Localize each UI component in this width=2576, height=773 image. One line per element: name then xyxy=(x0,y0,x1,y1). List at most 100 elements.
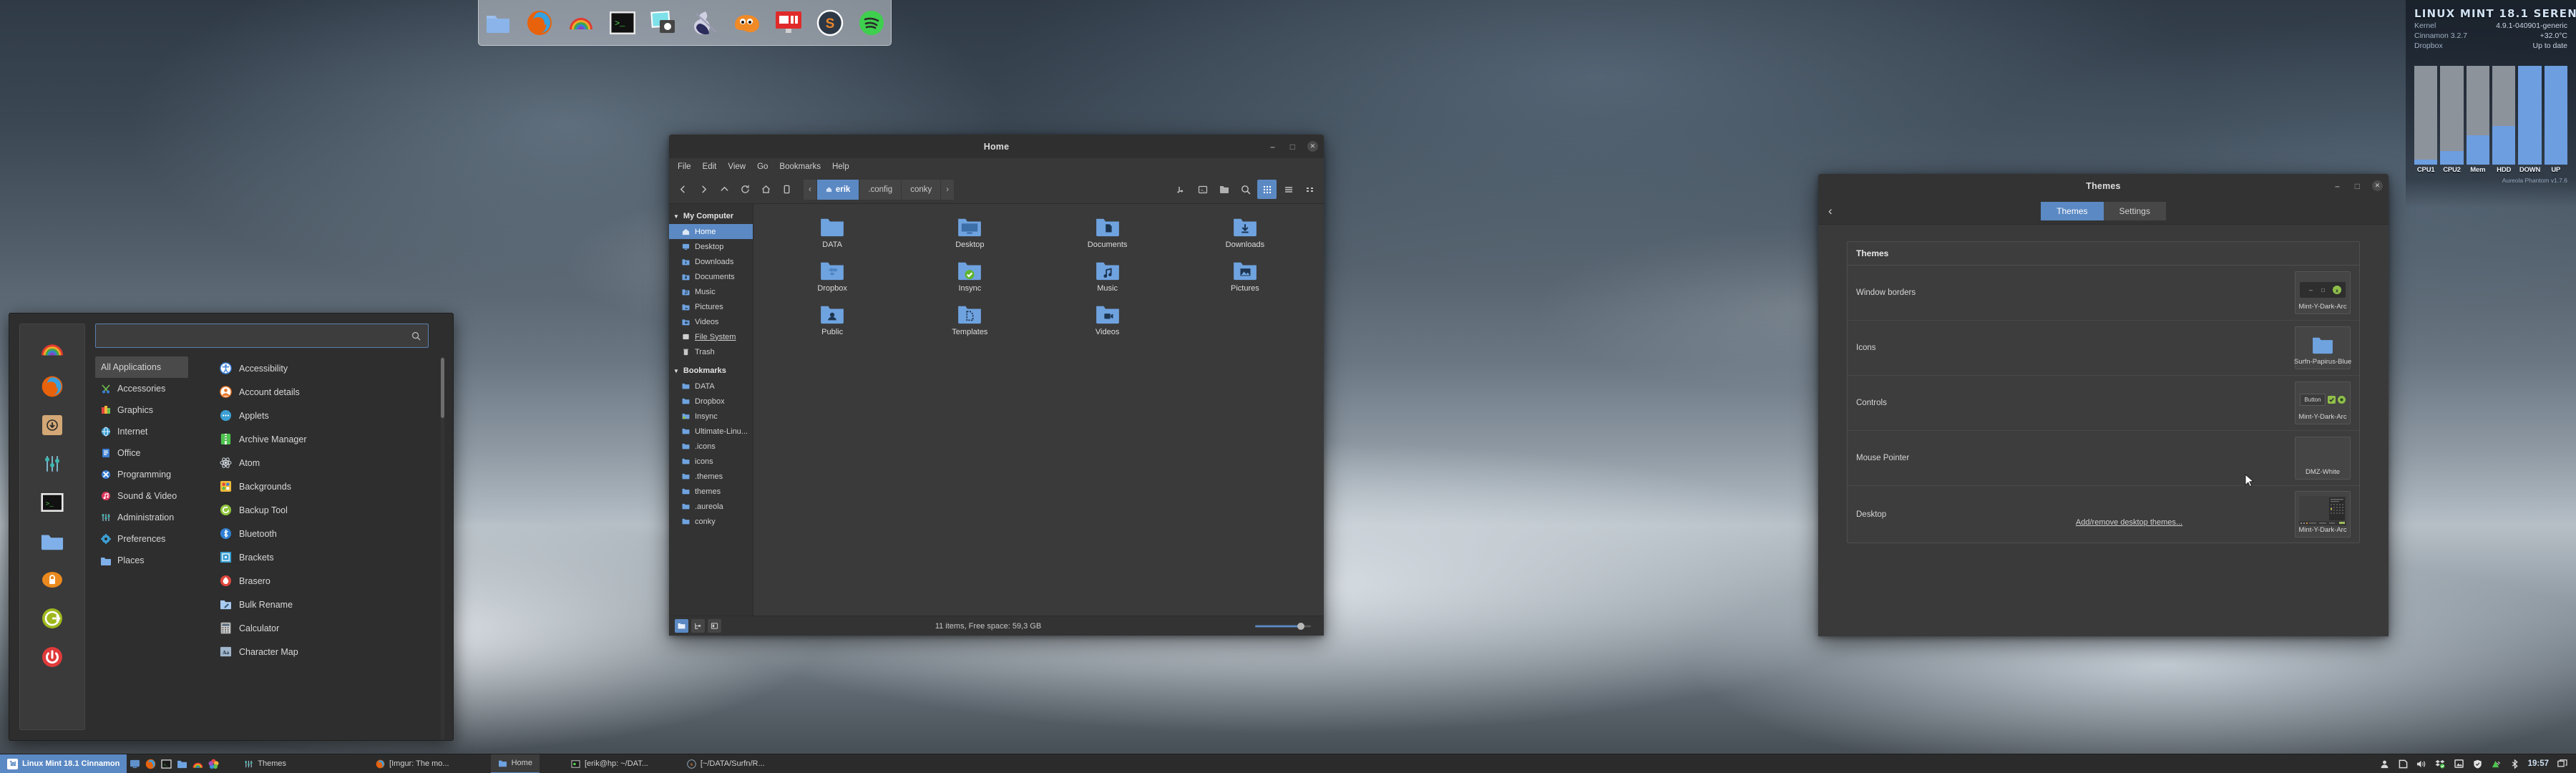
workspace-switcher-icon[interactable] xyxy=(2557,759,2567,769)
maximize-button[interactable]: □ xyxy=(1287,141,1298,152)
favorite-update-manager-icon[interactable] xyxy=(39,412,66,439)
sidebar-bookmark-data[interactable]: DATA xyxy=(669,379,753,394)
window-button-terminal[interactable]: [erik@hp: ~/DAT... xyxy=(564,754,655,773)
app-item-backup-tool[interactable]: Backup Tool xyxy=(215,498,446,522)
new-folder-icon[interactable] xyxy=(1214,180,1234,199)
breadcrumb-scroll-left[interactable]: ‹ xyxy=(804,179,817,200)
dock-item-slack[interactable]: S xyxy=(814,7,846,39)
category-graphics[interactable]: Graphics xyxy=(95,399,188,421)
controls-selector[interactable]: Button Mint-Y-Dark-Arc xyxy=(2295,381,2351,424)
close-button[interactable]: ✕ xyxy=(1307,141,1318,152)
bluetooth-icon[interactable] xyxy=(2509,759,2520,769)
window-button-atom[interactable]: s [~/DATA/Surfn/R... xyxy=(680,754,772,773)
sidebar-item-trash[interactable]: Trash xyxy=(669,344,753,359)
launcher-terminal[interactable]: >_ xyxy=(158,754,174,773)
forward-icon[interactable] xyxy=(694,180,713,199)
desktop-selector[interactable]: Mint-Y-Dark-Arc xyxy=(2295,491,2351,538)
category-places[interactable]: Places xyxy=(95,550,188,571)
search-icon[interactable] xyxy=(1236,180,1255,199)
category-accessories[interactable]: Accessories xyxy=(95,378,188,399)
list-view-icon[interactable] xyxy=(1279,180,1298,199)
favorite-software-manager-icon[interactable] xyxy=(39,334,66,361)
sidebar-bookmark-conky[interactable]: conky xyxy=(669,514,753,529)
dock-item-terminal[interactable]: >_ xyxy=(607,7,638,39)
mouse-pointer-selector[interactable]: DMZ-White xyxy=(2295,437,2351,480)
app-list-scrollbar[interactable] xyxy=(441,358,444,418)
app-item-brasero[interactable]: Brasero xyxy=(215,569,446,593)
file-item-dropbox[interactable]: Dropbox xyxy=(763,256,901,297)
sidebar-bookmark-dot-themes[interactable]: .themes xyxy=(669,469,753,484)
favorite-terminal-icon[interactable]: >_ xyxy=(39,489,66,516)
icons-selector[interactable]: Surfn-Papirus-Blue xyxy=(2294,326,2351,369)
sidebar-bookmark-ultimate-linux[interactable]: Ultimate-Linu... xyxy=(669,424,753,439)
window-button-themes[interactable]: Themes xyxy=(237,754,293,773)
open-terminal-icon[interactable]: >_ xyxy=(1193,180,1212,199)
file-item-videos[interactable]: Videos xyxy=(1039,300,1176,341)
file-item-documents[interactable]: Documents xyxy=(1039,213,1176,253)
back-icon[interactable] xyxy=(673,180,693,199)
file-item-desktop[interactable]: Desktop xyxy=(901,213,1038,253)
file-manager-titlebar[interactable]: Home – □ ✕ xyxy=(669,135,1324,158)
zoom-slider[interactable] xyxy=(1255,621,1311,631)
dock-item-firefox[interactable] xyxy=(524,7,555,39)
shield-icon[interactable] xyxy=(2472,759,2483,769)
file-item-public[interactable]: Public xyxy=(763,300,901,341)
start-menu-button[interactable]: Linux Mint 18.1 Cinnamon xyxy=(0,754,127,773)
icon-view-icon[interactable] xyxy=(1257,180,1277,199)
icon-size-button[interactable] xyxy=(675,619,688,633)
sidebar-group-bookmarks[interactable]: ▼ Bookmarks xyxy=(669,363,753,379)
app-item-accessibility[interactable]: Accessibility xyxy=(215,356,446,380)
dock-item-gimp[interactable] xyxy=(731,7,763,39)
volume-icon[interactable] xyxy=(2416,759,2427,769)
menu-help[interactable]: Help xyxy=(832,162,849,171)
sidebar-item-desktop[interactable]: Desktop xyxy=(669,239,753,254)
favorite-system-settings-icon[interactable] xyxy=(39,450,66,477)
dock-item-screenshot[interactable] xyxy=(648,7,680,39)
sidebar-item-home[interactable]: Home xyxy=(669,224,753,239)
dock-item-software-manager[interactable] xyxy=(565,7,597,39)
home-icon[interactable] xyxy=(756,180,776,199)
minimize-button[interactable]: – xyxy=(2332,180,2343,191)
sidebar-item-music[interactable]: Music xyxy=(669,284,753,299)
dropbox-icon[interactable] xyxy=(2435,759,2446,769)
launcher-show-desktop[interactable] xyxy=(127,754,142,773)
dock-item-inkscape[interactable] xyxy=(690,7,721,39)
app-item-bluetooth[interactable]: Bluetooth xyxy=(215,522,446,545)
toggle-sidebar-button[interactable] xyxy=(708,619,721,633)
device-icon[interactable] xyxy=(777,180,796,199)
breadcrumb-erik[interactable]: erik xyxy=(816,179,860,200)
app-item-account-details[interactable]: Account details xyxy=(215,380,446,404)
themes-titlebar[interactable]: Themes – □ ✕ xyxy=(1818,174,2389,198)
dock-item-video-editor[interactable] xyxy=(773,7,804,39)
favorite-shutdown-icon[interactable] xyxy=(39,643,66,671)
breadcrumb-scroll-right[interactable]: › xyxy=(941,179,955,200)
tab-settings[interactable]: Settings xyxy=(2103,201,2166,220)
category-office[interactable]: Office xyxy=(95,442,188,464)
app-item-calculator[interactable]: Calculator xyxy=(215,616,446,640)
app-item-archive-manager[interactable]: Archive Manager xyxy=(215,427,446,451)
category-preferences[interactable]: Preferences xyxy=(95,528,188,550)
clock[interactable]: 19:57 xyxy=(2528,759,2549,768)
launcher-firefox[interactable] xyxy=(142,754,158,773)
removable-drive-icon[interactable] xyxy=(2398,759,2409,769)
sidebar-item-file-system[interactable]: File System xyxy=(669,329,753,344)
launcher-color-wheel[interactable] xyxy=(205,754,221,773)
sidebar-item-videos[interactable]: Videos xyxy=(669,314,753,329)
menu-go[interactable]: Go xyxy=(757,162,768,171)
network-icon[interactable] xyxy=(2491,759,2502,769)
sidebar-bookmark-dot-aureola[interactable]: .aureola xyxy=(669,499,753,514)
maximize-button[interactable]: □ xyxy=(2352,180,2363,191)
file-item-pictures[interactable]: Pictures xyxy=(1176,256,1314,297)
sidebar-bookmark-insync[interactable]: Insync xyxy=(669,409,753,424)
sidebar-bookmark-icons[interactable]: icons xyxy=(669,454,753,469)
category-sound-video[interactable]: Sound & Video xyxy=(95,485,188,507)
tab-themes[interactable]: Themes xyxy=(2041,201,2104,220)
favorite-firefox-icon[interactable] xyxy=(39,373,66,400)
favorite-lock-screen-icon[interactable] xyxy=(39,566,66,593)
compact-view-icon[interactable] xyxy=(1300,180,1319,199)
file-item-insync[interactable]: Insync xyxy=(901,256,1038,297)
app-item-backgrounds[interactable]: Backgrounds xyxy=(215,475,446,498)
menu-view[interactable]: View xyxy=(728,162,746,171)
reload-icon[interactable] xyxy=(736,180,755,199)
sidebar-item-documents[interactable]: Documents xyxy=(669,269,753,284)
